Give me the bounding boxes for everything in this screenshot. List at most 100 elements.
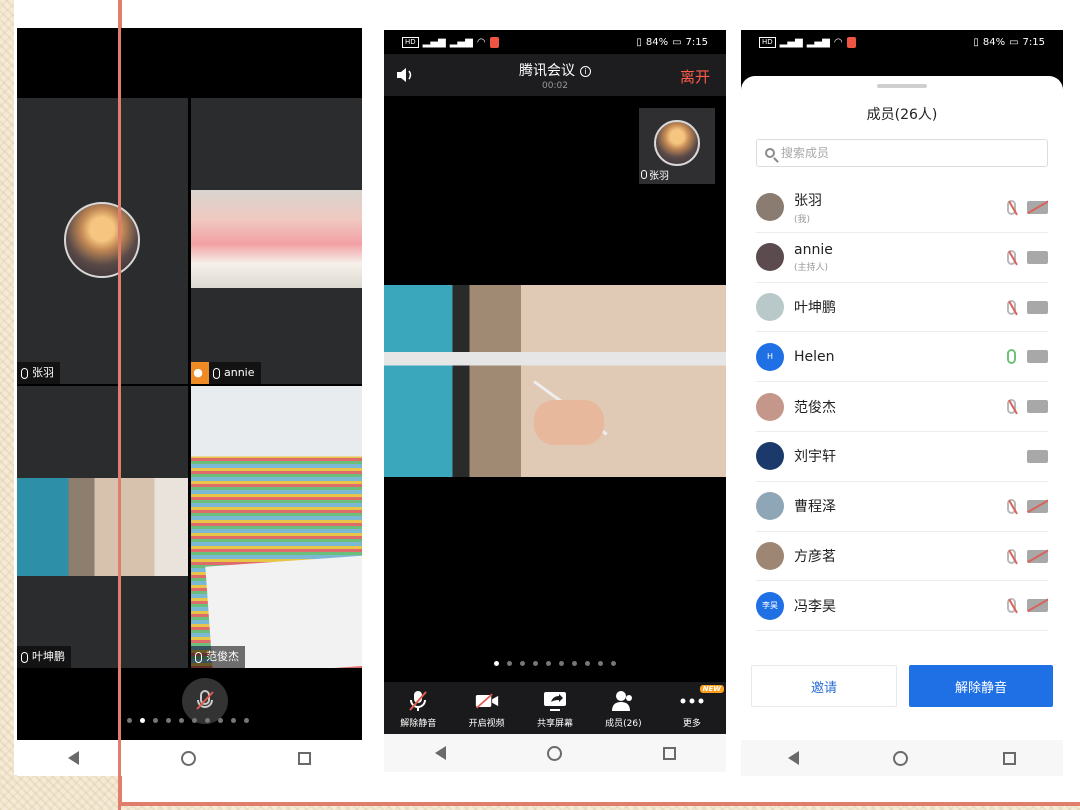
recents-icon[interactable] [298,751,311,765]
mic-icon[interactable] [1007,349,1016,365]
video-icon[interactable] [1027,449,1048,463]
muted-mic-icon [409,691,427,711]
page-dot[interactable] [533,661,538,666]
page-dot[interactable] [520,661,525,666]
main-video[interactable] [384,285,726,477]
member-name-block: 范俊杰 [794,397,836,417]
avatar [756,243,784,272]
member-row[interactable]: 曹程泽 [756,482,1048,532]
member-row[interactable]: 叶坤鹏 [756,283,1048,333]
search-input[interactable] [781,146,1021,160]
avatar: 李昊 [756,591,784,620]
sheet-grabber[interactable] [877,84,927,88]
member-row[interactable]: 李昊 冯李昊 [756,581,1048,632]
member-name: 冯李昊 [794,598,836,615]
muted-mic-icon[interactable] [1007,299,1016,315]
member-row[interactable]: annie (主持人) [756,233,1048,283]
members-button[interactable]: 成员(26) [589,682,657,734]
members-screen: HD ▂▄▆ ▂▄▆ ◠ ▯ 84% ▭ 7:15 成员(26人) 张羽 (我) a… [741,30,1063,776]
page-dot[interactable] [127,718,132,723]
member-row[interactable]: 方彦茗 [756,532,1048,582]
page-dot[interactable] [494,661,499,666]
muted-mic-icon[interactable] [1007,498,1016,514]
meeting-title[interactable]: 腾讯会议 i [384,60,726,80]
page-dot[interactable] [546,661,551,666]
info-icon[interactable]: i [580,66,591,77]
muted-mic-icon[interactable] [1007,249,1016,265]
tile-label: ● annie [191,362,261,384]
avatar [64,202,140,278]
home-icon[interactable] [546,745,562,761]
search-box[interactable] [756,139,1048,167]
member-name-block: 方彦茗 [794,546,836,566]
page-dot[interactable] [205,718,210,723]
back-icon[interactable] [68,751,79,765]
member-name-block: 曹程泽 [794,496,836,516]
muted-mic-icon[interactable] [1007,200,1016,215]
page-dot[interactable] [231,718,236,723]
video-off-icon[interactable] [1027,599,1048,613]
invite-button[interactable]: 邀请 [751,665,897,707]
page-dot[interactable] [179,718,184,723]
page-dot[interactable] [559,661,564,666]
more-button[interactable]: NEW 更多 [658,682,726,734]
vibrate-icon: ▯ [636,36,642,48]
hd-icon: HD [402,36,419,48]
video-icon[interactable] [1027,300,1048,314]
sheet-actions: 邀请 解除静音 [751,665,1053,707]
start-video-button[interactable]: 开启视频 [452,682,520,734]
participant-video [17,478,188,576]
page-dot[interactable] [572,661,577,666]
self-view-thumbnail[interactable]: 张羽 [639,108,715,184]
video-tile[interactable]: 张羽 [17,98,188,384]
mic-icon [21,367,28,379]
page-dot[interactable] [218,718,223,723]
back-icon[interactable] [434,746,446,760]
muted-mic-icon[interactable] [1007,399,1016,415]
page-dot[interactable] [598,661,603,666]
member-name: 曹程泽 [794,499,836,516]
member-row[interactable]: 刘宇轩 [756,432,1048,482]
signal-icon: ▂▄▆ [449,36,473,48]
video-off-icon[interactable] [1027,201,1048,214]
video-tile[interactable]: 叶坤鹏 [17,386,188,668]
muted-mic-icon[interactable] [1007,598,1016,614]
unmute-button[interactable]: 解除静音 [384,682,452,734]
muted-mic-icon[interactable] [1007,548,1016,564]
member-row[interactable]: H Helen [756,332,1048,383]
home-icon[interactable] [181,750,196,766]
member-name: 刘宇轩 [794,449,836,466]
members-icon [612,691,633,711]
member-row[interactable]: 张羽 (我) [756,183,1048,233]
page-dot[interactable] [611,661,616,666]
video-icon[interactable] [1027,350,1048,364]
participant-video [191,190,362,288]
page-dot[interactable] [140,718,145,723]
video-icon[interactable] [1027,400,1048,414]
unmute-button[interactable]: 解除静音 [909,665,1053,707]
page-dot[interactable] [507,661,512,666]
video-icon[interactable] [1027,250,1048,264]
share-screen-button[interactable]: 共享屏幕 [521,682,589,734]
video-tile[interactable]: 范俊杰 [191,386,362,668]
page-dot[interactable] [166,718,171,723]
video-tile[interactable]: ● annie [191,98,362,384]
battery-icon: ▭ [1009,36,1019,48]
page-dot[interactable] [192,718,197,723]
home-icon[interactable] [893,750,909,766]
page-dot[interactable] [585,661,590,666]
member-row[interactable]: 范俊杰 [756,382,1048,432]
recents-icon[interactable] [1002,751,1016,765]
leave-button[interactable]: 离开 [680,66,710,87]
member-list[interactable]: 张羽 (我) annie (主持人) 叶坤鹏 H Helen 范俊杰刘宇轩曹程泽方彦茗李昊 冯李… [756,183,1048,653]
member-name-block: Helen [794,349,835,365]
recents-icon[interactable] [662,746,676,760]
avatar [756,541,784,570]
video-off-icon[interactable] [1027,499,1048,513]
video-off-icon[interactable] [1027,549,1048,563]
page-dot[interactable] [153,718,158,723]
page-indicator [494,661,616,666]
page-dot[interactable] [244,718,249,723]
back-icon[interactable] [788,751,800,765]
member-name-block: 刘宇轩 [794,446,836,466]
